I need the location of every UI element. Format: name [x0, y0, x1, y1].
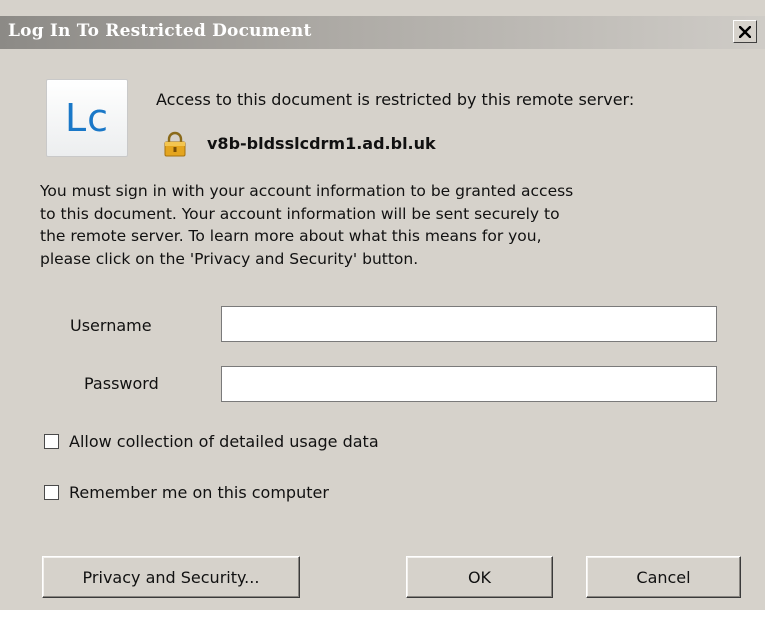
lc-app-icon: Lc	[46, 79, 128, 157]
cancel-button[interactable]: Cancel	[586, 556, 741, 598]
password-label: Password	[84, 374, 159, 393]
access-message: Access to this document is restricted by…	[156, 90, 635, 109]
usage-data-option[interactable]: Allow collection of detailed usage data	[44, 432, 379, 451]
remember-me-label: Remember me on this computer	[69, 483, 329, 502]
app-icon-label: Lc	[64, 96, 110, 140]
info-line: to this document. Your account informati…	[40, 204, 560, 223]
login-dialog: Log In To Restricted Document Lc Access …	[0, 0, 765, 610]
info-line: please click on the 'Privacy and Securit…	[40, 249, 419, 268]
ok-button[interactable]: OK	[406, 556, 553, 598]
remember-me-option[interactable]: Remember me on this computer	[44, 483, 329, 502]
username-input[interactable]	[221, 306, 717, 342]
lock-icon	[164, 131, 186, 157]
privacy-security-button[interactable]: Privacy and Security...	[42, 556, 300, 598]
remember-me-checkbox[interactable]	[44, 485, 59, 500]
close-button[interactable]	[733, 20, 757, 43]
usage-data-checkbox[interactable]	[44, 434, 59, 449]
password-input[interactable]	[221, 366, 717, 402]
title-bar[interactable]: Log In To Restricted Document	[0, 16, 765, 49]
usage-data-label: Allow collection of detailed usage data	[69, 432, 379, 451]
info-line: the remote server. To learn more about w…	[40, 227, 542, 245]
username-label: Username	[70, 316, 152, 335]
info-line: You must sign in with your account infor…	[40, 182, 574, 200]
window-title: Log In To Restricted Document	[8, 21, 312, 41]
info-paragraph: You must sign in with your account infor…	[40, 180, 760, 270]
server-name: v8b-bldsslcdrm1.ad.bl.uk	[207, 134, 436, 153]
close-icon	[739, 25, 751, 38]
